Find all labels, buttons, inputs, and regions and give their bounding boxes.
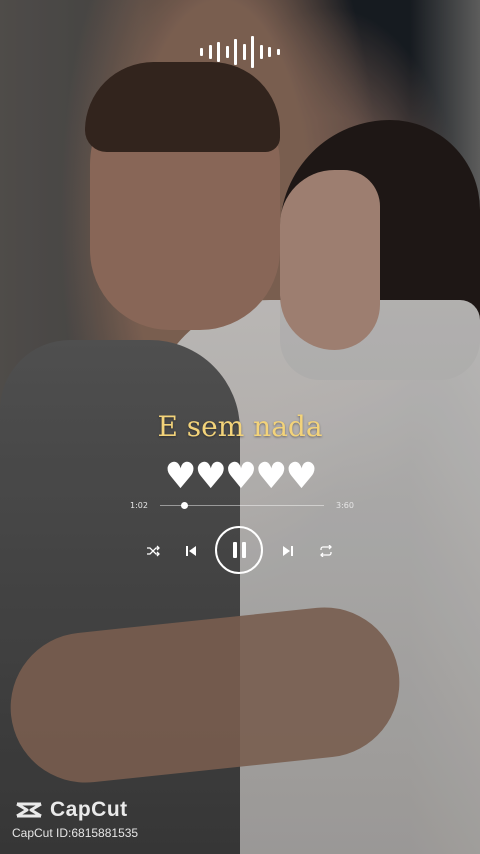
capcut-id: CapCut ID:6815881535 xyxy=(12,826,139,840)
pause-icon xyxy=(232,542,246,558)
capcut-watermark: CapCut xyxy=(14,798,128,822)
capcut-brand: CapCut xyxy=(50,798,128,821)
current-time: 1:02 xyxy=(130,501,148,510)
hearts-text: ♥♥♥♥♥ xyxy=(164,456,317,497)
pause-button[interactable] xyxy=(215,526,263,574)
skip-next-icon[interactable] xyxy=(277,540,299,562)
total-time: 3:60 xyxy=(336,501,354,510)
lyric-text: E sem nada xyxy=(157,410,323,443)
video-frame: E sem nada ♥♥♥♥♥ 1:02 3:60 CapCut CapCut… xyxy=(0,0,480,854)
audio-waveform-icon xyxy=(200,36,280,68)
shuffle-icon[interactable] xyxy=(142,540,164,562)
skip-previous-icon[interactable] xyxy=(180,540,202,562)
capcut-logo-icon xyxy=(16,802,42,818)
repeat-icon[interactable] xyxy=(315,540,337,562)
